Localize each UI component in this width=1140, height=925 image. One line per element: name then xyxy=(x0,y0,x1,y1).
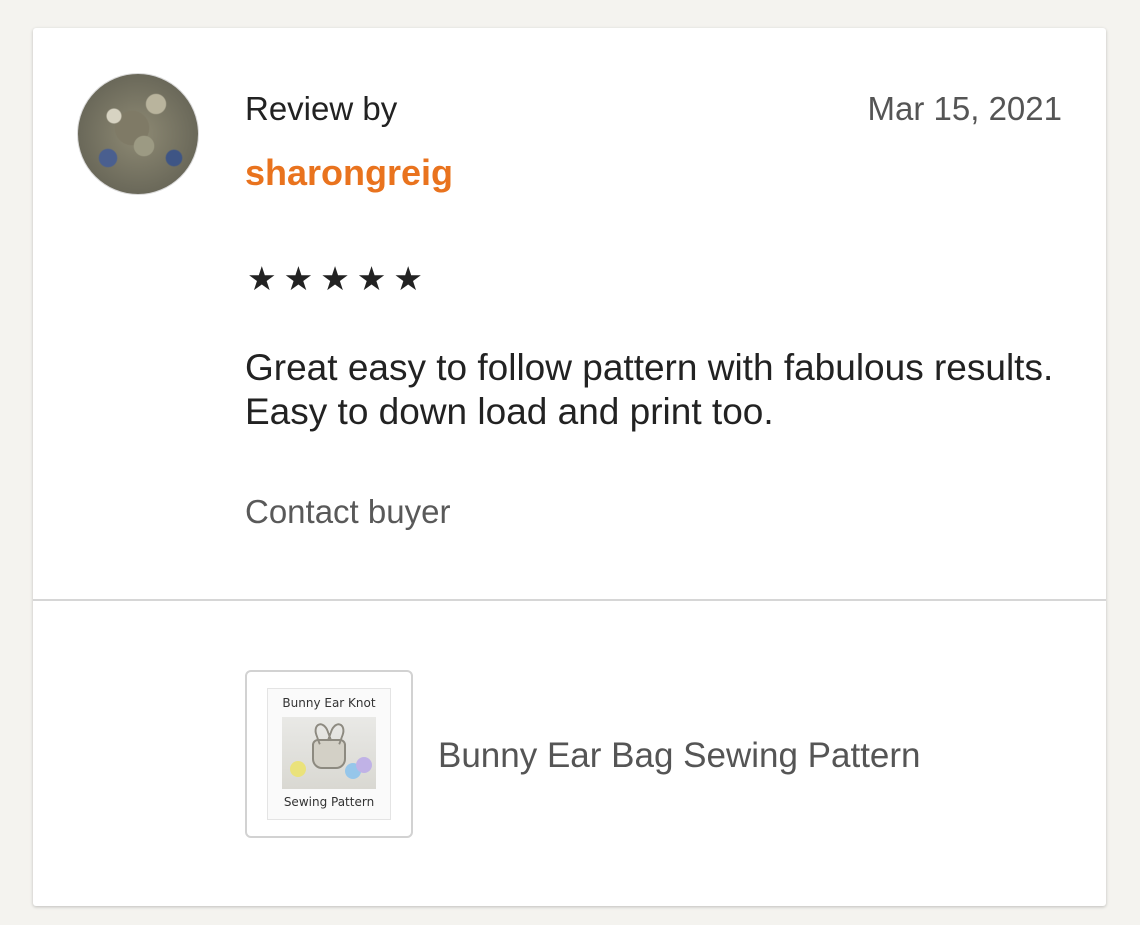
contact-buyer-link[interactable]: Contact buyer xyxy=(245,493,450,531)
reviewer-avatar[interactable] xyxy=(78,74,198,194)
divider xyxy=(33,599,1106,601)
review-date: Mar 15, 2021 xyxy=(867,90,1062,127)
product-photo xyxy=(282,717,376,789)
star-icon: ★ xyxy=(320,260,350,297)
reviewer-username-link[interactable]: sharongreig xyxy=(245,152,453,194)
thumbnail-bottom-text: Sewing Pattern xyxy=(283,795,375,809)
bag-shape xyxy=(312,739,346,769)
star-icon: ★ xyxy=(247,260,277,297)
review-card: Review by sharongreig Mar 15, 2021 ★ ★ ★… xyxy=(33,28,1106,906)
product-title-link[interactable]: Bunny Ear Bag Sewing Pattern xyxy=(438,736,921,776)
star-rating: ★ ★ ★ ★ ★ xyxy=(247,262,423,295)
thumbnail-top-text: Bunny Ear Knot xyxy=(282,696,376,710)
yarn-ball xyxy=(356,757,372,773)
product-thumbnail[interactable]: Bunny Ear Knot Sewing Pattern xyxy=(245,670,413,838)
review-text: Great easy to follow pattern with fabulo… xyxy=(245,347,1054,432)
product-image: Bunny Ear Knot Sewing Pattern xyxy=(267,688,391,820)
star-icon: ★ xyxy=(356,260,387,297)
yarn-ball xyxy=(290,761,306,777)
star-icon: ★ xyxy=(393,260,423,297)
review-by-label: Review by xyxy=(245,90,398,127)
star-icon: ★ xyxy=(283,260,314,297)
